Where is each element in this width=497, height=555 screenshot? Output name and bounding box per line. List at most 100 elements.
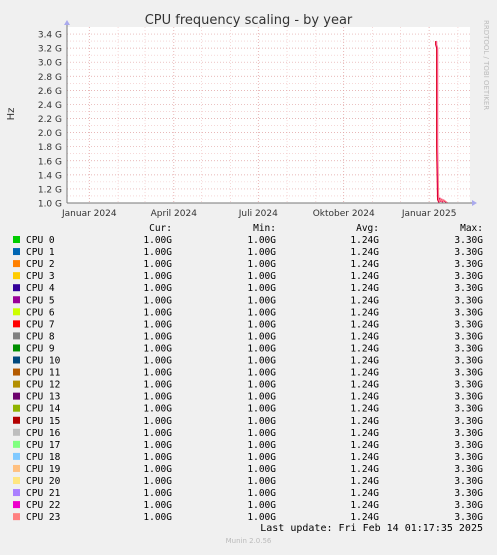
legend-value-avg: 1.24G (350, 343, 379, 354)
legend-swatch (13, 320, 20, 328)
legend-swatch (13, 489, 20, 497)
legend-value-max: 3.30G (454, 500, 483, 511)
legend-value-min: 1.00G (247, 356, 276, 367)
legend-value-cur: 1.00G (143, 259, 172, 270)
y-tick-label: 3.0 G (38, 59, 62, 69)
legend-value-max: 3.30G (454, 476, 483, 487)
legend-value-min: 1.00G (247, 235, 276, 246)
legend-value-max: 3.30G (454, 368, 483, 379)
legend-value-max: 3.30G (454, 295, 483, 306)
legend-value-max: 3.30G (454, 488, 483, 499)
legend-swatch (13, 236, 20, 243)
legend-swatch (13, 477, 20, 484)
legend-value-cur: 1.00G (143, 452, 172, 463)
legend-value-avg: 1.24G (350, 392, 379, 403)
cpu-frequency-chart: CPU frequency scaling - by year Hz RRDTO… (0, 0, 497, 551)
y-tick-label: 2.0 G (38, 129, 62, 139)
legend-swatch (13, 272, 20, 280)
legend-value-avg: 1.24G (350, 404, 379, 415)
legend-swatch (13, 308, 20, 316)
legend-swatch (13, 260, 20, 268)
legend-series-name: CPU 19 (26, 464, 61, 475)
plot-area (67, 27, 470, 203)
legend-value-avg: 1.24G (350, 307, 379, 318)
legend-value-cur: 1.00G (143, 295, 172, 306)
legend-value-cur: 1.00G (143, 512, 172, 523)
legend-value-min: 1.00G (247, 368, 276, 379)
legend-value-max: 3.30G (454, 343, 483, 354)
legend-header-avg: Avg: (356, 223, 379, 234)
legend-value-min: 1.00G (247, 428, 276, 439)
legend-value-max: 3.30G (454, 464, 483, 475)
legend-value-avg: 1.24G (350, 428, 379, 439)
legend-value-avg: 1.24G (350, 283, 379, 294)
legend-value-min: 1.00G (247, 319, 276, 330)
y-tick-label: 3.4 G (38, 31, 62, 41)
legend-value-max: 3.30G (454, 331, 483, 342)
legend-value-cur: 1.00G (143, 356, 172, 367)
legend-swatch (13, 416, 20, 424)
x-tick-label: April 2024 (151, 209, 198, 219)
legend-value-max: 3.30G (454, 392, 483, 403)
legend-value-cur: 1.00G (143, 331, 172, 342)
legend-series-name: CPU 4 (26, 283, 55, 294)
legend-value-max: 3.30G (454, 271, 483, 282)
y-tick-label: 1.6 G (38, 157, 62, 167)
legend-value-avg: 1.24G (350, 476, 379, 487)
legend-header-min: Min: (253, 223, 276, 234)
legend-value-min: 1.00G (247, 464, 276, 475)
legend-series-name: CPU 13 (26, 392, 60, 403)
legend-value-avg: 1.24G (350, 247, 379, 258)
legend-swatch (13, 428, 20, 436)
legend-value-min: 1.00G (247, 247, 276, 258)
legend-value-max: 3.30G (454, 416, 483, 427)
y-tick-label: 3.2 G (38, 45, 62, 55)
legend-value-cur: 1.00G (143, 476, 172, 487)
legend-value-cur: 1.00G (143, 271, 172, 282)
legend-value-cur: 1.00G (143, 235, 172, 246)
y-tick-label: 1.4 G (38, 171, 62, 181)
y-tick-label: 2.8 G (38, 73, 62, 83)
legend-header-cur: Cur: (149, 223, 172, 234)
legend-value-max: 3.30G (454, 404, 483, 415)
legend-value-avg: 1.24G (350, 319, 379, 330)
legend-series-name: CPU 8 (26, 331, 55, 342)
legend-value-max: 3.30G (454, 440, 483, 451)
legend-series-name: CPU 17 (26, 440, 60, 451)
x-tick-label: Oktober 2024 (313, 209, 375, 219)
legend-series-name: CPU 16 (26, 428, 61, 439)
legend-series-name: CPU 18 (26, 452, 61, 463)
legend-value-min: 1.00G (247, 476, 276, 487)
legend-value-max: 3.30G (454, 512, 483, 523)
legend-value-avg: 1.24G (350, 416, 379, 427)
legend-value-cur: 1.00G (143, 488, 172, 499)
legend-swatch (13, 284, 20, 292)
legend-value-avg: 1.24G (350, 271, 379, 282)
legend-value-cur: 1.00G (143, 404, 172, 415)
legend-value-cur: 1.00G (143, 247, 172, 258)
legend-value-min: 1.00G (247, 307, 276, 318)
legend-series-name: CPU 11 (26, 368, 61, 379)
legend-series-name: CPU 9 (26, 343, 55, 354)
legend-value-avg: 1.24G (350, 295, 379, 306)
legend-value-min: 1.00G (247, 488, 276, 499)
legend-swatch (13, 248, 20, 256)
y-tick-label: 1.8 G (38, 143, 62, 153)
legend-value-min: 1.00G (247, 331, 276, 342)
legend-value-min: 1.00G (247, 452, 276, 463)
legend-value-max: 3.30G (454, 283, 483, 294)
legend-value-avg: 1.24G (350, 356, 379, 367)
x-tick-label: Januar 2024 (61, 209, 117, 219)
y-tick-label: 2.2 G (38, 115, 62, 125)
legend-series-name: CPU 15 (26, 416, 60, 427)
legend-series-name: CPU 21 (26, 488, 61, 499)
y-tick-label: 2.6 G (38, 87, 62, 97)
y-tick-label: 1.0 G (38, 200, 62, 210)
legend-value-min: 1.00G (247, 404, 276, 415)
legend-value-avg: 1.24G (350, 488, 379, 499)
legend-swatch (13, 380, 20, 388)
legend-value-max: 3.30G (454, 356, 483, 367)
legend-value-avg: 1.24G (350, 500, 379, 511)
munin-footer: Munin 2.0.56 (226, 537, 272, 545)
legend-value-avg: 1.24G (350, 440, 379, 451)
